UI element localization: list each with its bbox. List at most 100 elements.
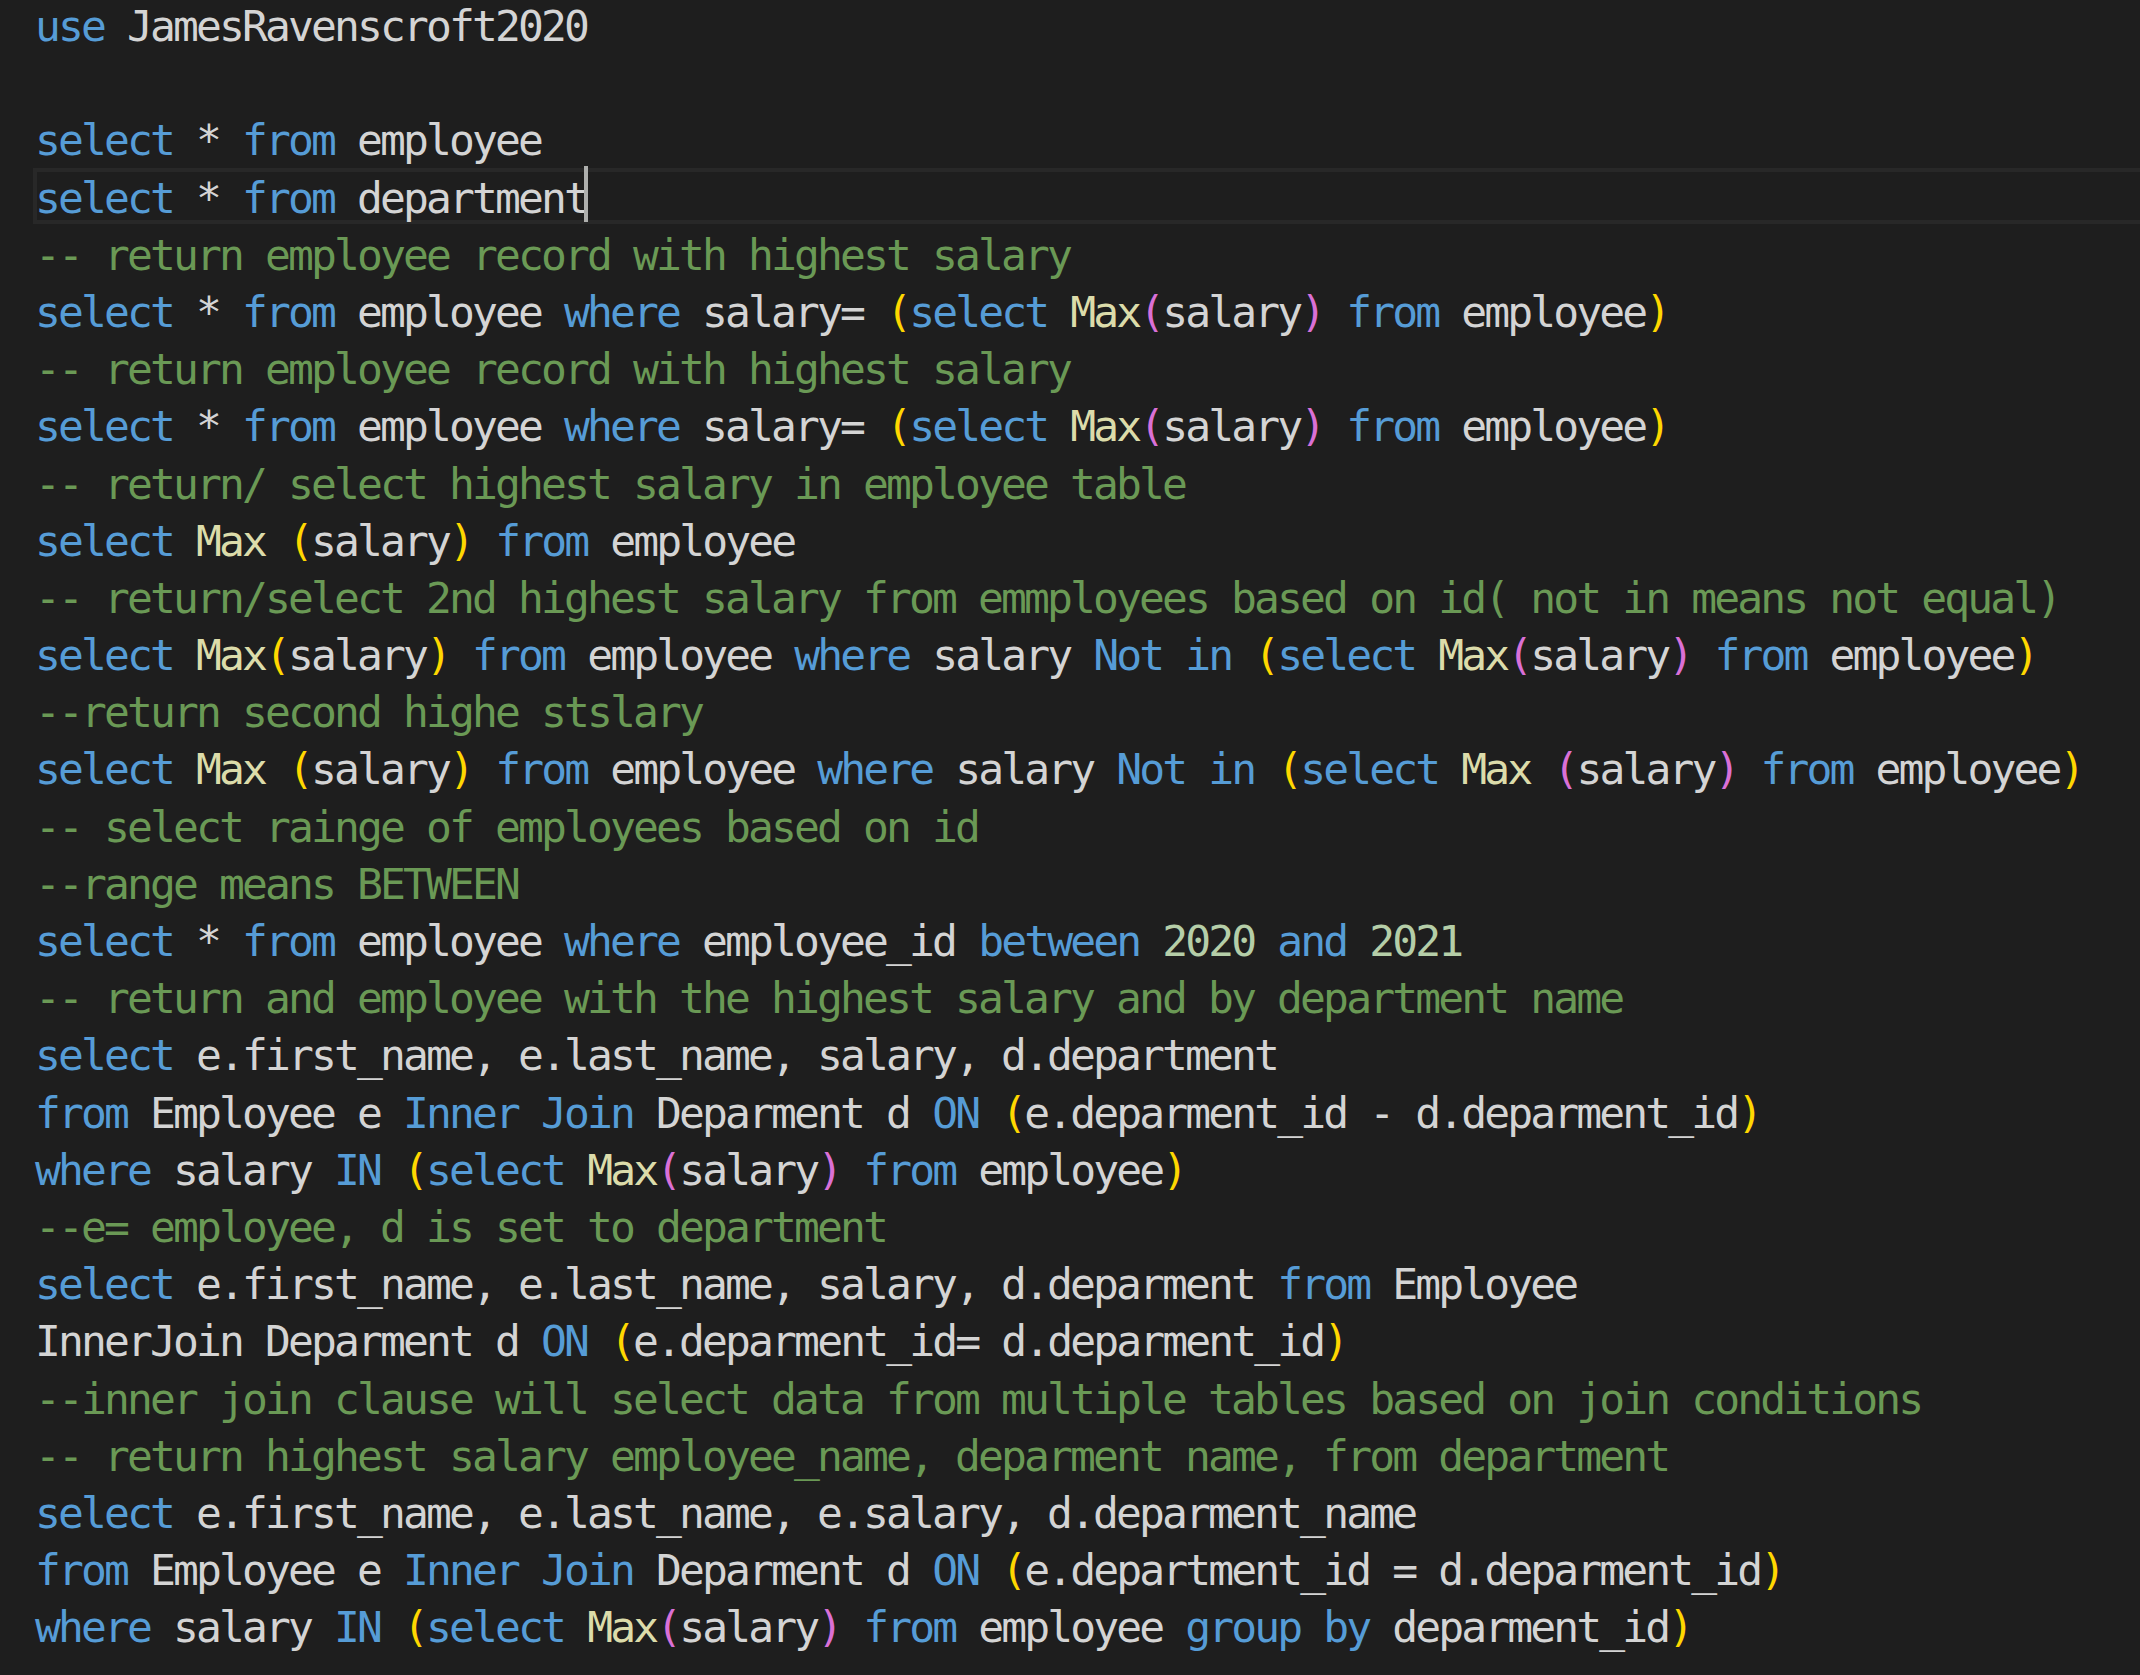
- token-keyword: select: [1300, 744, 1438, 794]
- token-function: Max: [1461, 744, 1530, 794]
- code-line-23[interactable]: select e.first_name, e.last_name, salary…: [0, 1256, 2140, 1313]
- token-plain: salary: [311, 744, 449, 794]
- token-plain: e.first_name, e.last_name, salary, d.dep…: [173, 1030, 1277, 1080]
- token-plain: salary: [1530, 630, 1668, 680]
- code-line-2[interactable]: [0, 55, 2140, 112]
- token-paren2: (: [1139, 401, 1162, 451]
- code-line-4[interactable]: select * from department: [0, 170, 2140, 227]
- code-editor[interactable]: use JamesRavenscroft2020 select * from em…: [0, 0, 2140, 1656]
- token-keyword: select: [35, 287, 173, 337]
- code-line-28[interactable]: from Employee e Inner Join Deparment d O…: [0, 1542, 2140, 1599]
- token-plain: [1323, 287, 1346, 337]
- token-paren1: (: [1001, 1545, 1024, 1595]
- token-keyword: select: [35, 916, 173, 966]
- code-line-3[interactable]: select * from employee: [0, 112, 2140, 169]
- token-plain: employee: [1438, 401, 1645, 451]
- code-line-15[interactable]: -- select rainge of employees based on i…: [0, 799, 2140, 856]
- token-paren2: ): [817, 1145, 840, 1195]
- token-plain: [173, 516, 196, 566]
- code-line-10[interactable]: select Max (salary) from employee: [0, 513, 2140, 570]
- token-plain: [978, 1088, 1001, 1138]
- token-plain: salary=: [679, 401, 886, 451]
- token-keyword: ON: [541, 1316, 587, 1366]
- token-keyword: from: [863, 1145, 955, 1195]
- token-plain: [472, 744, 495, 794]
- code-line-26[interactable]: -- return highest salary employee_name, …: [0, 1428, 2140, 1485]
- token-keyword: ON: [932, 1545, 978, 1595]
- token-plain: salary: [150, 1602, 334, 1652]
- token-plain: [1323, 401, 1346, 451]
- code-line-16[interactable]: --range means BETWEEN: [0, 856, 2140, 913]
- token-comment: -- return and employee with the highest …: [35, 973, 1622, 1023]
- token-paren1: (: [886, 401, 909, 451]
- code-line-20[interactable]: from Employee e Inner Join Deparment d O…: [0, 1085, 2140, 1142]
- code-line-17[interactable]: select * from employee where employee_id…: [0, 913, 2140, 970]
- token-number: 2020: [1162, 916, 1254, 966]
- token-keyword: select: [909, 401, 1047, 451]
- code-line-19[interactable]: select e.first_name, e.last_name, salary…: [0, 1027, 2140, 1084]
- code-line-5[interactable]: -- return employee record with highest s…: [0, 227, 2140, 284]
- token-keyword: select: [35, 1488, 173, 1538]
- token-plain: employee_id: [679, 916, 978, 966]
- token-plain: employee: [564, 630, 794, 680]
- code-line-9[interactable]: -- return/ select highest salary in empl…: [0, 456, 2140, 513]
- token-plain: [1047, 401, 1070, 451]
- token-plain: e.deparment_id= d.deparment_id: [633, 1316, 1323, 1366]
- token-comment: -- return employee record with highest s…: [35, 230, 1070, 280]
- token-comment: --e= employee, d is set to department: [35, 1202, 886, 1252]
- code-line-8[interactable]: select * from employee where salary= (se…: [0, 398, 2140, 455]
- token-paren1: ): [426, 630, 449, 680]
- token-paren2: (: [656, 1145, 679, 1195]
- token-plain: [472, 516, 495, 566]
- token-keyword: from: [242, 401, 334, 451]
- token-plain: e.first_name, e.last_name, e.salary, d.d…: [173, 1488, 1415, 1538]
- code-line-27[interactable]: select e.first_name, e.last_name, e.sala…: [0, 1485, 2140, 1542]
- token-plain: [1300, 1602, 1323, 1652]
- code-line-7[interactable]: -- return employee record with highest s…: [0, 341, 2140, 398]
- code-line-21[interactable]: where salary IN (select Max(salary) from…: [0, 1142, 2140, 1199]
- token-paren1: ): [1323, 1316, 1346, 1366]
- token-comment: --inner join clause will select data fro…: [35, 1374, 1921, 1424]
- token-keyword: where: [794, 630, 909, 680]
- token-function: Max: [196, 630, 265, 680]
- code-line-1[interactable]: use JamesRavenscroft2020: [0, 0, 2140, 55]
- token-paren2: ): [817, 1602, 840, 1652]
- code-line-24[interactable]: InnerJoin Deparment d ON (e.deparment_id…: [0, 1313, 2140, 1370]
- token-plain: [840, 1145, 863, 1195]
- token-plain: employee: [955, 1145, 1162, 1195]
- token-keyword: group: [1185, 1602, 1300, 1652]
- token-plain: [587, 1316, 610, 1366]
- token-keyword: ON: [932, 1088, 978, 1138]
- token-plain: employee: [334, 287, 564, 337]
- token-keyword: from: [1714, 630, 1806, 680]
- token-keyword: where: [35, 1145, 150, 1195]
- token-keyword: where: [817, 744, 932, 794]
- code-line-25[interactable]: --inner join clause will select data fro…: [0, 1371, 2140, 1428]
- token-plain: department: [334, 173, 587, 223]
- token-keyword: select: [35, 1259, 173, 1309]
- token-keyword: select: [909, 287, 1047, 337]
- code-line-6[interactable]: select * from employee where salary= (se…: [0, 284, 2140, 341]
- token-paren1: ): [2013, 630, 2036, 680]
- token-plain: salary: [679, 1602, 817, 1652]
- code-line-18[interactable]: -- return and employee with the highest …: [0, 970, 2140, 1027]
- code-line-11[interactable]: -- return/select 2nd highest salary from…: [0, 570, 2140, 627]
- token-keyword: where: [35, 1602, 150, 1652]
- token-plain: salary: [1162, 401, 1300, 451]
- token-plain: employee: [1806, 630, 2013, 680]
- token-paren2: (: [1507, 630, 1530, 680]
- token-paren1: ): [1645, 287, 1668, 337]
- token-plain: [1139, 916, 1162, 966]
- token-plain: [173, 744, 196, 794]
- code-line-22[interactable]: --e= employee, d is set to department: [0, 1199, 2140, 1256]
- code-line-12[interactable]: select Max(salary) from employee where s…: [0, 627, 2140, 684]
- token-keyword: select: [426, 1145, 564, 1195]
- token-keyword: Not: [1093, 630, 1162, 680]
- token-function: Max: [1070, 287, 1139, 337]
- code-line-13[interactable]: --return second highe stslary: [0, 684, 2140, 741]
- token-plain: [564, 1145, 587, 1195]
- code-line-29[interactable]: where salary IN (select Max(salary) from…: [0, 1599, 2140, 1656]
- code-line-14[interactable]: select Max (salary) from employee where …: [0, 741, 2140, 798]
- token-paren1: (: [1254, 630, 1277, 680]
- token-paren1: (: [610, 1316, 633, 1366]
